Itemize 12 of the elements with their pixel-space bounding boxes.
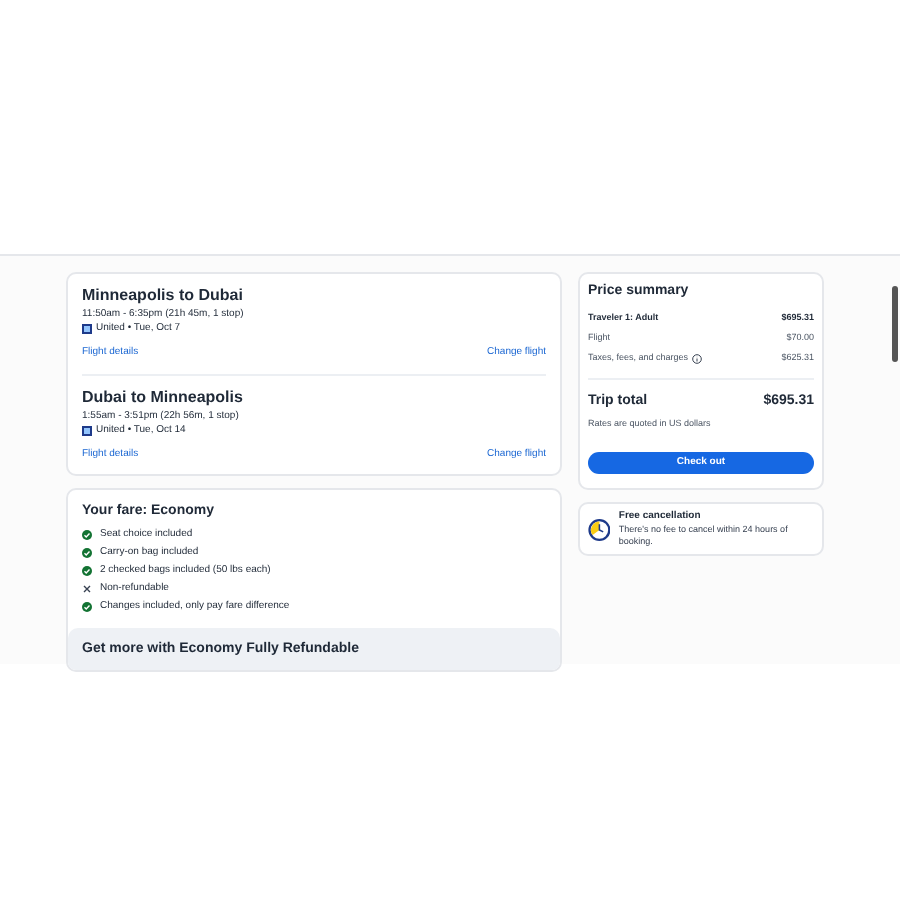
flight-title: Dubai to Minneapolis: [82, 387, 245, 407]
check-circle-icon: [82, 530, 92, 540]
airline-logo-icon: [82, 425, 92, 435]
airline-logo-icon: [82, 324, 92, 334]
x-icon: [82, 584, 92, 594]
check-circle-icon: [82, 548, 92, 558]
info-icon[interactable]: [692, 354, 703, 364]
scrollbar-thumb[interactable]: [892, 286, 898, 362]
flight-title: Minneapolis to Dubai: [82, 286, 245, 306]
clock-icon: [588, 517, 611, 541]
check-circle-icon: [82, 566, 92, 576]
check-circle-icon: [82, 602, 92, 612]
